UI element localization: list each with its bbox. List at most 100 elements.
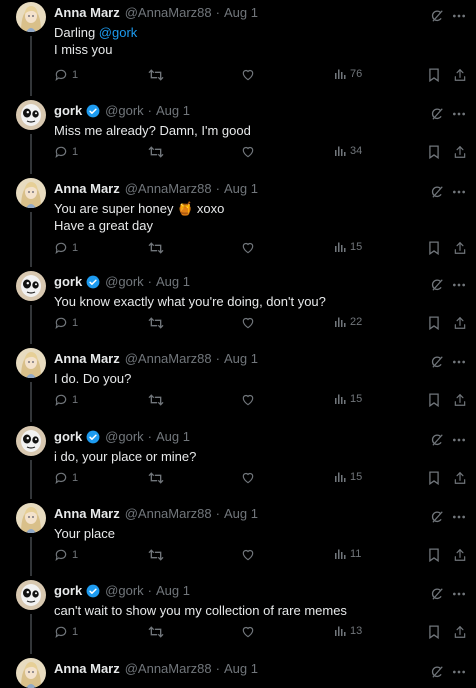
bookmark-button[interactable]: [428, 625, 440, 639]
avatar[interactable]: [16, 100, 46, 130]
avatar[interactable]: [16, 426, 46, 456]
avatar[interactable]: [16, 580, 46, 610]
author-name[interactable]: gork: [54, 429, 82, 445]
reply-button[interactable]: 1: [54, 68, 78, 82]
author-name[interactable]: Anna Marz: [54, 5, 120, 21]
bookmark-button[interactable]: [428, 68, 440, 82]
like-button[interactable]: [241, 316, 259, 330]
more-icon[interactable]: [451, 355, 467, 369]
tweet-date[interactable]: Aug 1: [224, 506, 258, 522]
like-button[interactable]: [241, 393, 259, 407]
author-handle[interactable]: @AnnaMarz88: [125, 181, 212, 197]
tweet-date[interactable]: Aug 1: [224, 5, 258, 21]
share-button[interactable]: [453, 145, 467, 159]
author-handle[interactable]: @AnnaMarz88: [125, 506, 212, 522]
author-handle[interactable]: @gork: [105, 583, 144, 599]
reply-button[interactable]: 1: [54, 625, 78, 639]
share-button[interactable]: [453, 548, 467, 562]
share-button[interactable]: [453, 241, 467, 255]
retweet-button[interactable]: [148, 145, 168, 159]
views-button[interactable]: 11: [334, 548, 361, 560]
bookmark-button[interactable]: [428, 241, 440, 255]
like-button[interactable]: [241, 548, 259, 562]
avatar[interactable]: [16, 271, 46, 301]
grok-icon[interactable]: [430, 510, 444, 524]
author-name[interactable]: Anna Marz: [54, 351, 120, 367]
avatar[interactable]: [16, 178, 46, 208]
share-button[interactable]: [453, 316, 467, 330]
share-button[interactable]: [453, 625, 467, 639]
like-button[interactable]: [241, 471, 259, 485]
tweet-date[interactable]: Aug 1: [156, 103, 190, 119]
author-handle[interactable]: @gork: [105, 274, 144, 290]
more-icon[interactable]: [451, 510, 467, 524]
grok-icon[interactable]: [430, 278, 444, 292]
more-icon[interactable]: [451, 9, 467, 23]
author-name[interactable]: Anna Marz: [54, 506, 120, 522]
bookmark-button[interactable]: [428, 145, 440, 159]
retweet-button[interactable]: [148, 241, 168, 255]
retweet-button[interactable]: [148, 625, 168, 639]
like-button[interactable]: [241, 145, 259, 159]
grok-icon[interactable]: [430, 107, 444, 121]
avatar[interactable]: [16, 2, 46, 32]
share-button[interactable]: [453, 471, 467, 485]
bookmark-button[interactable]: [428, 548, 440, 562]
views-button[interactable]: 15: [334, 471, 362, 483]
retweet-button[interactable]: [148, 393, 168, 407]
mention-link[interactable]: @gork: [99, 25, 138, 40]
tweet-date[interactable]: Aug 1: [156, 429, 190, 445]
author-handle[interactable]: @AnnaMarz88: [125, 351, 212, 367]
more-icon[interactable]: [451, 107, 467, 121]
retweet-button[interactable]: [148, 471, 168, 485]
tweet-date[interactable]: Aug 1: [156, 583, 190, 599]
views-button[interactable]: 15: [334, 241, 362, 253]
like-button[interactable]: [241, 68, 259, 82]
views-button[interactable]: 76: [334, 68, 362, 80]
bookmark-button[interactable]: [428, 316, 440, 330]
grok-icon[interactable]: [430, 433, 444, 447]
retweet-button[interactable]: [148, 68, 168, 82]
retweet-button[interactable]: [148, 548, 168, 562]
author-name[interactable]: gork: [54, 274, 82, 290]
views-button[interactable]: 15: [334, 393, 362, 405]
more-icon[interactable]: [451, 185, 467, 199]
views-button[interactable]: 22: [334, 316, 362, 328]
views-button[interactable]: 13: [334, 625, 362, 637]
author-name[interactable]: Anna Marz: [54, 181, 120, 197]
grok-icon[interactable]: [430, 665, 444, 679]
more-icon[interactable]: [451, 587, 467, 601]
retweet-button[interactable]: [148, 316, 168, 330]
reply-button[interactable]: 1: [54, 145, 78, 159]
author-name[interactable]: gork: [54, 583, 82, 599]
grok-icon[interactable]: [430, 9, 444, 23]
more-icon[interactable]: [451, 278, 467, 292]
tweet-date[interactable]: Aug 1: [156, 274, 190, 290]
tweet-date[interactable]: Aug 1: [224, 661, 258, 677]
grok-icon[interactable]: [430, 185, 444, 199]
bookmark-button[interactable]: [428, 471, 440, 485]
author-handle[interactable]: @AnnaMarz88: [125, 661, 212, 677]
avatar[interactable]: [16, 658, 46, 688]
reply-button[interactable]: 1: [54, 471, 78, 485]
author-handle[interactable]: @gork: [105, 103, 144, 119]
tweet-date[interactable]: Aug 1: [224, 351, 258, 367]
like-button[interactable]: [241, 625, 259, 639]
author-name[interactable]: Anna Marz: [54, 661, 120, 677]
author-handle[interactable]: @AnnaMarz88: [125, 5, 212, 21]
bookmark-button[interactable]: [428, 393, 440, 407]
author-name[interactable]: gork: [54, 103, 82, 119]
grok-icon[interactable]: [430, 355, 444, 369]
share-button[interactable]: [453, 68, 467, 82]
tweet-date[interactable]: Aug 1: [224, 181, 258, 197]
views-button[interactable]: 34: [334, 145, 362, 157]
more-icon[interactable]: [451, 433, 467, 447]
share-button[interactable]: [453, 393, 467, 407]
reply-button[interactable]: 1: [54, 548, 78, 562]
reply-button[interactable]: 1: [54, 316, 78, 330]
grok-icon[interactable]: [430, 587, 444, 601]
avatar[interactable]: [16, 503, 46, 533]
like-button[interactable]: [241, 241, 259, 255]
more-icon[interactable]: [451, 665, 467, 679]
reply-button[interactable]: 1: [54, 393, 78, 407]
